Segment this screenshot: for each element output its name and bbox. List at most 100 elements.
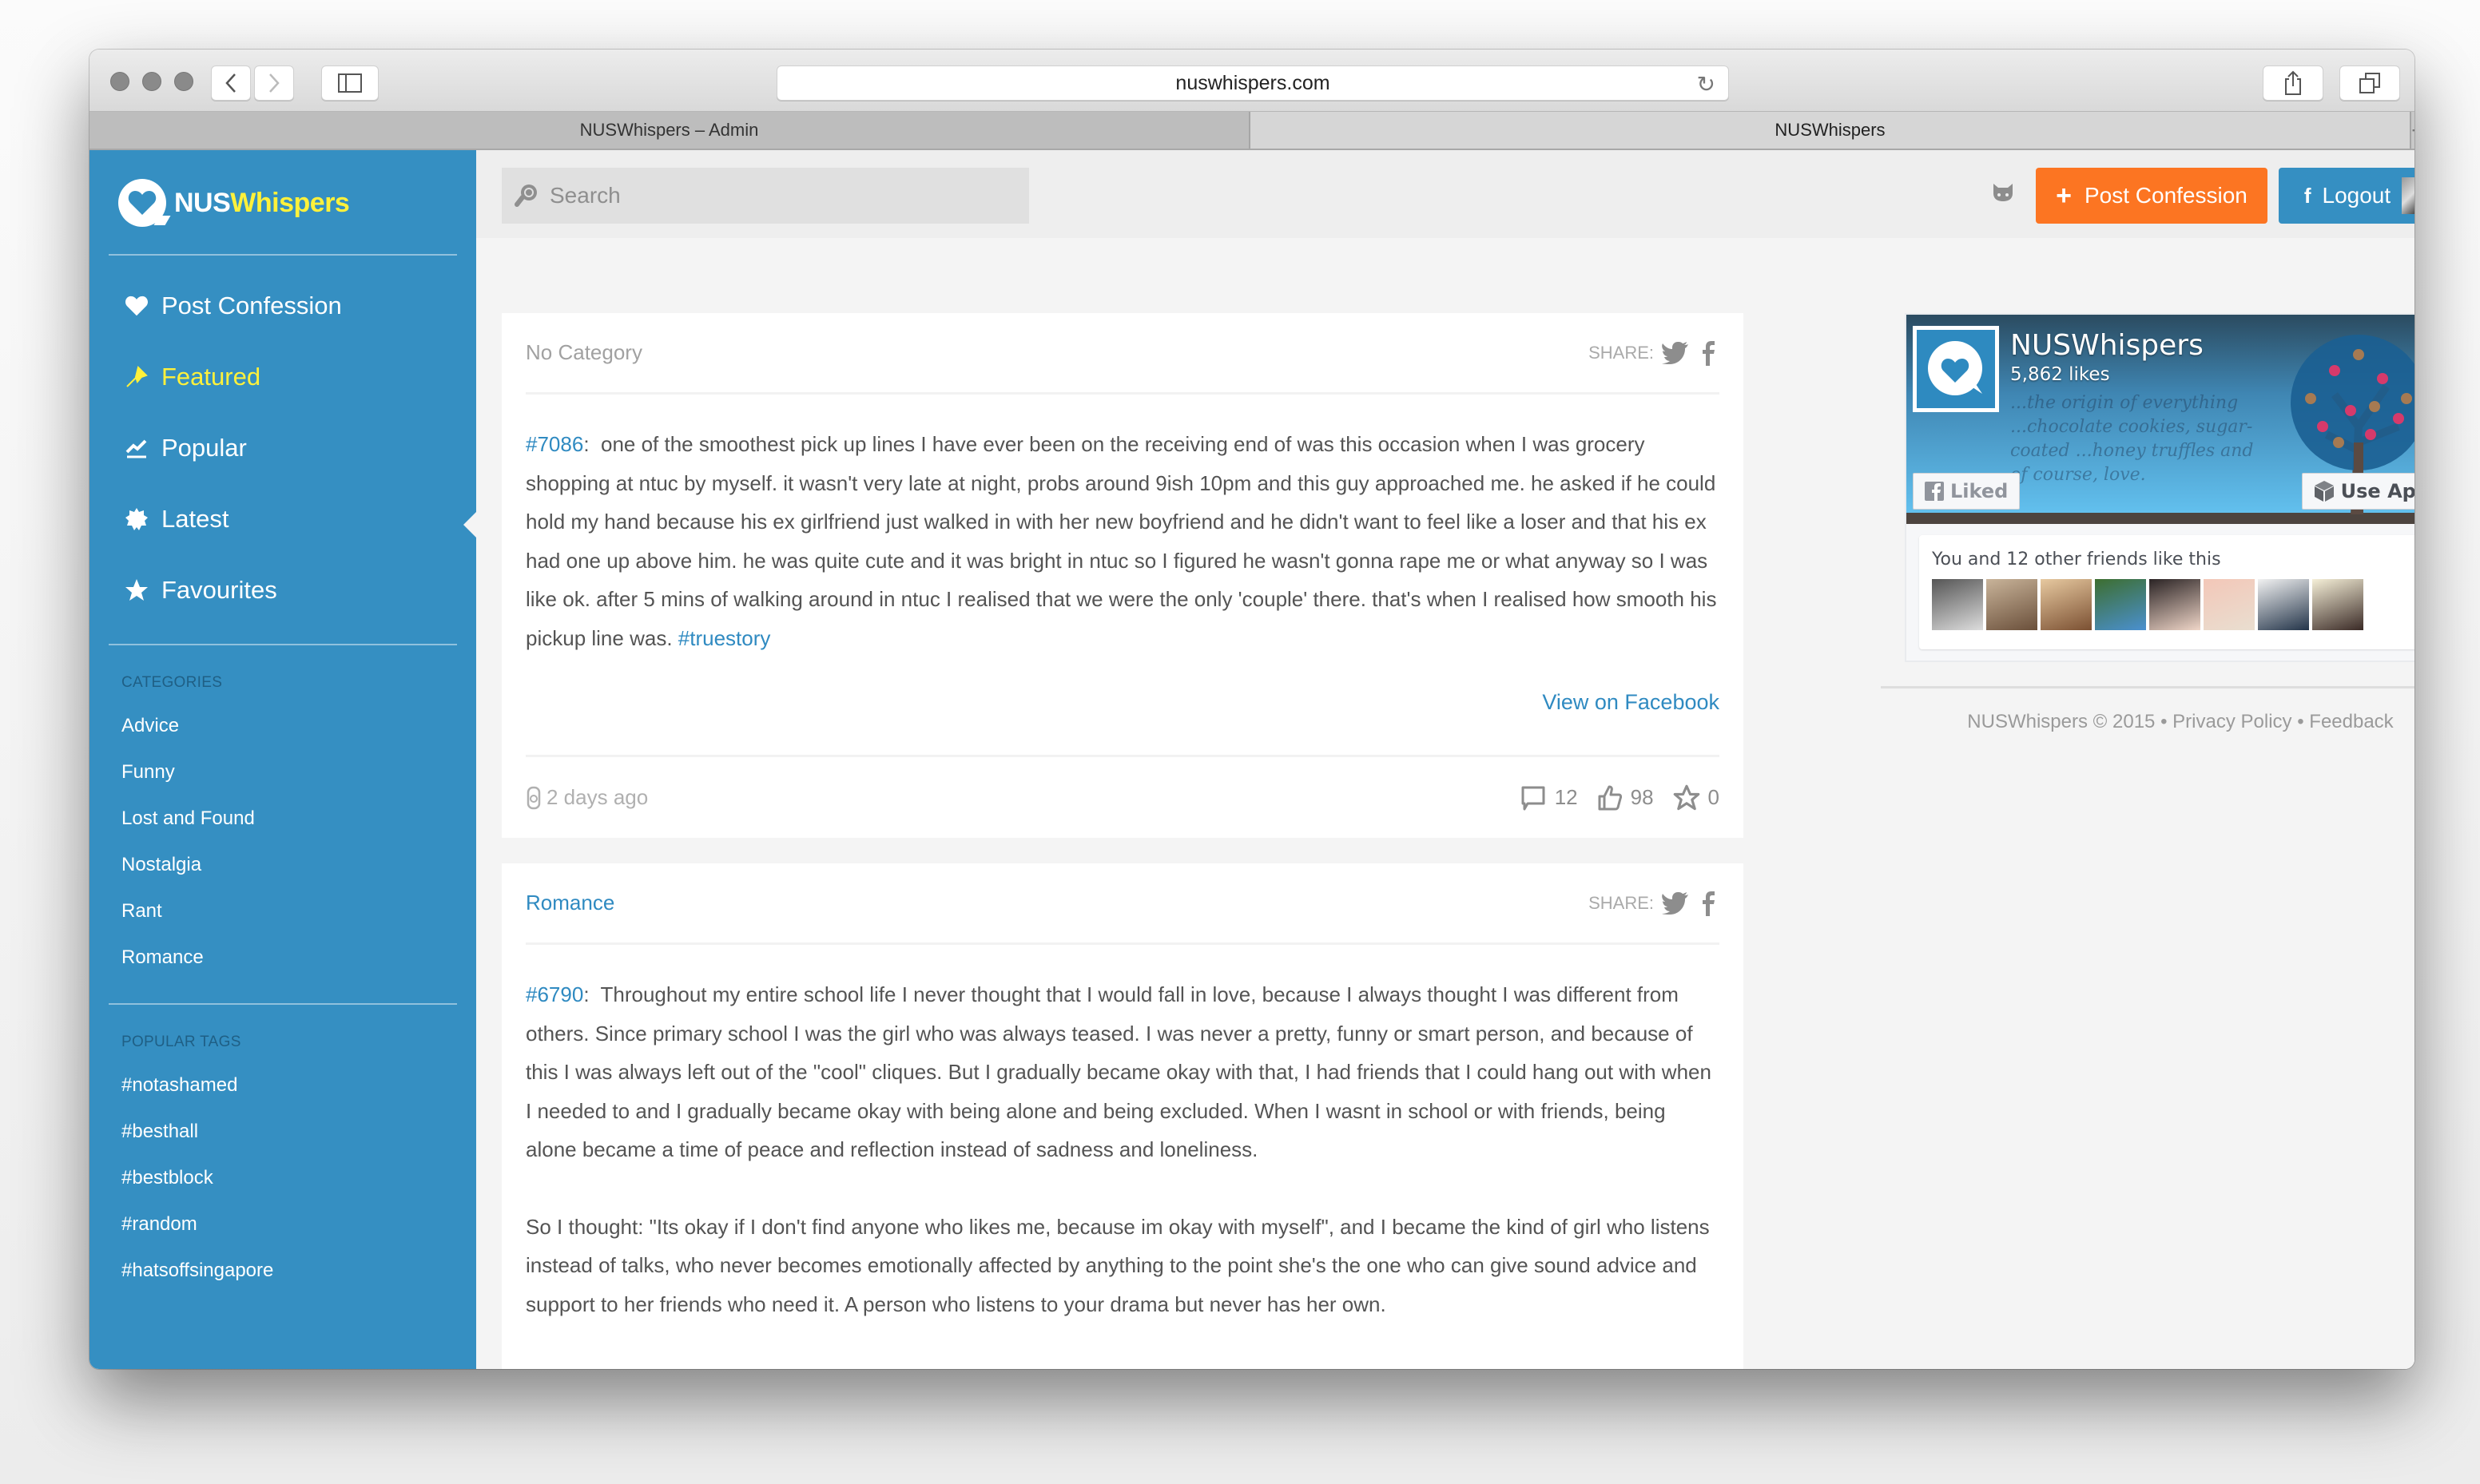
favourites-count[interactable]: 0 bbox=[1673, 784, 1719, 811]
divider bbox=[109, 1003, 457, 1005]
share-button[interactable] bbox=[2263, 65, 2323, 101]
twitter-icon[interactable] bbox=[1662, 341, 1689, 364]
categories-heading: CATEGORIES bbox=[121, 674, 223, 691]
category-nostalgia[interactable]: Nostalgia bbox=[121, 842, 255, 888]
nav-popular[interactable]: Popular bbox=[123, 412, 342, 483]
nav-latest[interactable]: Latest bbox=[123, 483, 342, 554]
tabs-overview-button[interactable] bbox=[2339, 65, 2400, 101]
address-bar[interactable]: nuswhispers.com ↻ bbox=[777, 65, 1729, 101]
badge-icon bbox=[123, 507, 150, 531]
nav-favourites[interactable]: Favourites bbox=[123, 554, 342, 625]
time-text: 2 days ago bbox=[546, 785, 649, 809]
categories-section: CATEGORIES Advice Funny Lost and Found N… bbox=[121, 674, 255, 981]
share-icon bbox=[2285, 70, 2301, 95]
back-button[interactable] bbox=[211, 65, 251, 101]
friend-avatar[interactable] bbox=[1932, 579, 1983, 630]
post-id-link[interactable]: #6790 bbox=[526, 982, 583, 1006]
github-icon[interactable] bbox=[1991, 182, 2015, 207]
friends-like-text: You and 12 other friends like this bbox=[1932, 550, 2221, 569]
star-outline-icon bbox=[1673, 784, 1699, 810]
hashtag-link[interactable]: #truestory bbox=[678, 626, 771, 650]
category-lost-and-found[interactable]: Lost and Found bbox=[121, 796, 255, 842]
app-cube-icon bbox=[2314, 481, 2334, 502]
category-romance[interactable]: Romance bbox=[121, 934, 255, 981]
likes-count[interactable]: 98 bbox=[1597, 784, 1654, 811]
browser-window: nuswhispers.com ↻ NUSWhispers – Admin NU… bbox=[89, 50, 2414, 1369]
nav-featured[interactable]: Featured bbox=[123, 341, 342, 412]
cover-script-text: ...the origin of everything ...chocolate… bbox=[2010, 393, 2254, 485]
logo-icon bbox=[1928, 341, 1982, 395]
friend-avatar[interactable] bbox=[1986, 579, 2037, 630]
category-advice[interactable]: Advice bbox=[121, 703, 255, 749]
tag-hatsoffsingapore[interactable]: #hatsoffsingapore bbox=[121, 1248, 273, 1294]
search-box[interactable] bbox=[502, 168, 1029, 224]
facebook-page-picture[interactable] bbox=[1913, 326, 1999, 412]
logo-text-nus: NUS bbox=[174, 187, 231, 218]
zoom-window-button[interactable] bbox=[174, 72, 193, 91]
minimize-window-button[interactable] bbox=[142, 72, 161, 91]
top-header: + Post Confession f Logout bbox=[476, 150, 2414, 238]
category-funny[interactable]: Funny bbox=[121, 749, 255, 796]
logo[interactable]: NUSWhispers bbox=[118, 179, 350, 227]
twitter-icon[interactable] bbox=[1662, 891, 1689, 915]
tag-bestblock[interactable]: #bestblock bbox=[121, 1155, 273, 1201]
new-tab-button[interactable]: + bbox=[2411, 112, 2414, 149]
tab-admin[interactable]: NUSWhispers – Admin bbox=[89, 112, 1250, 149]
browser-toolbar: nuswhispers.com ↻ bbox=[89, 50, 2414, 112]
divider bbox=[109, 254, 457, 256]
post-paragraph: So I thought: "Its okay if I don't find … bbox=[526, 1214, 1710, 1316]
friend-avatar[interactable] bbox=[2149, 579, 2200, 630]
logo-text: NUSWhispers bbox=[174, 187, 350, 219]
forward-button[interactable] bbox=[254, 65, 294, 101]
friend-avatar[interactable] bbox=[2312, 579, 2363, 630]
facebook-share-icon[interactable] bbox=[1697, 891, 1719, 916]
post-paragraph: #7086: one of the smoothest pick up line… bbox=[526, 432, 1717, 650]
site-footer: NUSWhispers © 2015 • Privacy Policy • Fe… bbox=[1905, 711, 2414, 733]
facebook-liked-button[interactable]: Liked bbox=[1913, 473, 2021, 510]
facebook-cover[interactable]: ...the origin of everything ...chocolate… bbox=[1906, 315, 2414, 524]
category-rant[interactable]: Rant bbox=[121, 888, 255, 934]
facebook-icon: f bbox=[2303, 183, 2311, 208]
view-on-facebook-label: View on Facebook bbox=[1542, 690, 1719, 714]
tag-besthall[interactable]: #besthall bbox=[121, 1109, 273, 1155]
plus-icon: + bbox=[2056, 180, 2072, 211]
tag-random[interactable]: #random bbox=[121, 1201, 273, 1248]
friend-avatar[interactable] bbox=[2095, 579, 2146, 630]
comments-count[interactable]: 12 bbox=[1520, 785, 1578, 811]
view-on-facebook-link[interactable]: View on Facebook bbox=[526, 686, 1719, 755]
sidebar-toggle-button[interactable] bbox=[321, 65, 379, 101]
facebook-page-name[interactable]: NUSWhispers bbox=[2010, 329, 2204, 362]
feedback-link[interactable]: Feedback bbox=[2309, 711, 2393, 732]
close-window-button[interactable] bbox=[110, 72, 129, 91]
thumbs-up-icon bbox=[1598, 785, 1622, 810]
tab-label: NUSWhispers bbox=[1775, 120, 1886, 140]
user-avatar bbox=[2402, 177, 2414, 214]
logout-button[interactable]: f Logout bbox=[2279, 168, 2414, 224]
divider bbox=[109, 644, 457, 645]
search-input[interactable] bbox=[550, 183, 997, 208]
friend-avatar[interactable] bbox=[2258, 579, 2309, 630]
use-app-button[interactable]: Use App bbox=[2301, 473, 2414, 510]
tab-label: NUSWhispers – Admin bbox=[579, 120, 759, 140]
tab-bar: NUSWhispers – Admin NUSWhispers + bbox=[89, 112, 2414, 150]
nav-label: Post Confession bbox=[161, 291, 342, 319]
reload-icon[interactable]: ↻ bbox=[1697, 71, 1715, 97]
tab-nuswhispers[interactable]: NUSWhispers bbox=[1250, 112, 2411, 149]
privacy-policy-link[interactable]: Privacy Policy bbox=[2172, 711, 2291, 732]
post-id-link[interactable]: #7086 bbox=[526, 432, 583, 456]
use-app-label: Use App bbox=[2340, 480, 2414, 502]
tabs-icon bbox=[2359, 73, 2380, 93]
pin-icon bbox=[123, 365, 150, 388]
post-category: No Category bbox=[526, 340, 642, 364]
facebook-share-icon[interactable] bbox=[1697, 340, 1719, 366]
post-body: #6790: Throughout my entire school life … bbox=[526, 945, 1719, 1369]
right-column: ...the origin of everything ...chocolate… bbox=[1881, 313, 2414, 733]
tag-notashamed[interactable]: #notashamed bbox=[121, 1062, 273, 1109]
nav-post-confession[interactable]: Post Confession bbox=[123, 270, 342, 341]
chevron-left-icon bbox=[225, 73, 236, 93]
post-category-link[interactable]: Romance bbox=[526, 891, 614, 915]
friend-avatar[interactable] bbox=[2204, 579, 2255, 630]
friend-avatar[interactable] bbox=[2041, 579, 2092, 630]
post-confession-button[interactable]: + Post Confession bbox=[2036, 168, 2267, 224]
share-label: SHARE: bbox=[1588, 892, 1654, 913]
